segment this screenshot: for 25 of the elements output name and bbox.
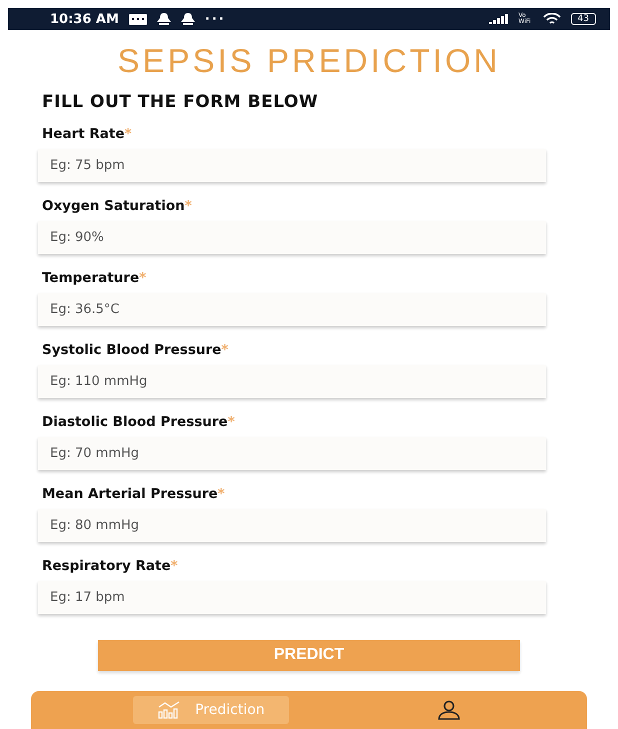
app-title: SEPSIS PREDICTION — [118, 42, 500, 80]
input-field[interactable]: Eg: 80 mmHg — [38, 509, 546, 542]
input-field[interactable]: Eg: 70 mmHg — [38, 437, 546, 470]
predict-button[interactable]: PREDICT — [98, 640, 520, 671]
field-label: Mean Arterial Pressure* — [41, 486, 226, 502]
wifi-icon — [542, 13, 561, 25]
field-label: Diastolic Blood Pressure* — [41, 414, 236, 430]
prediction-tab[interactable]: Prediction — [133, 696, 289, 724]
person-icon — [436, 700, 461, 720]
field-label: Heart Rate* — [41, 126, 133, 142]
status-time: 10:36 AM — [50, 12, 119, 26]
field-label: Temperature* — [41, 270, 148, 286]
form-heading: FILL OUT THE FORM BELOW — [42, 92, 318, 112]
signal-icon — [488, 14, 509, 24]
input-field[interactable]: Eg: 90% — [38, 221, 546, 254]
input-field[interactable]: Eg: 75 bpm — [38, 149, 546, 182]
more-notifications: ··· — [204, 12, 226, 26]
field-label: Respiratory Rate* — [41, 558, 179, 574]
input-field[interactable]: Eg: 36.5°C — [38, 293, 546, 326]
input-field[interactable]: Eg: 17 bpm — [38, 581, 546, 614]
field-label: Systolic Blood Pressure* — [41, 342, 230, 358]
field-label: Oxygen Saturation* — [41, 198, 193, 214]
message-icon — [128, 14, 147, 24]
input-field[interactable]: Eg: 110 mmHg — [38, 365, 546, 398]
battery-indicator: 43 — [570, 13, 596, 25]
